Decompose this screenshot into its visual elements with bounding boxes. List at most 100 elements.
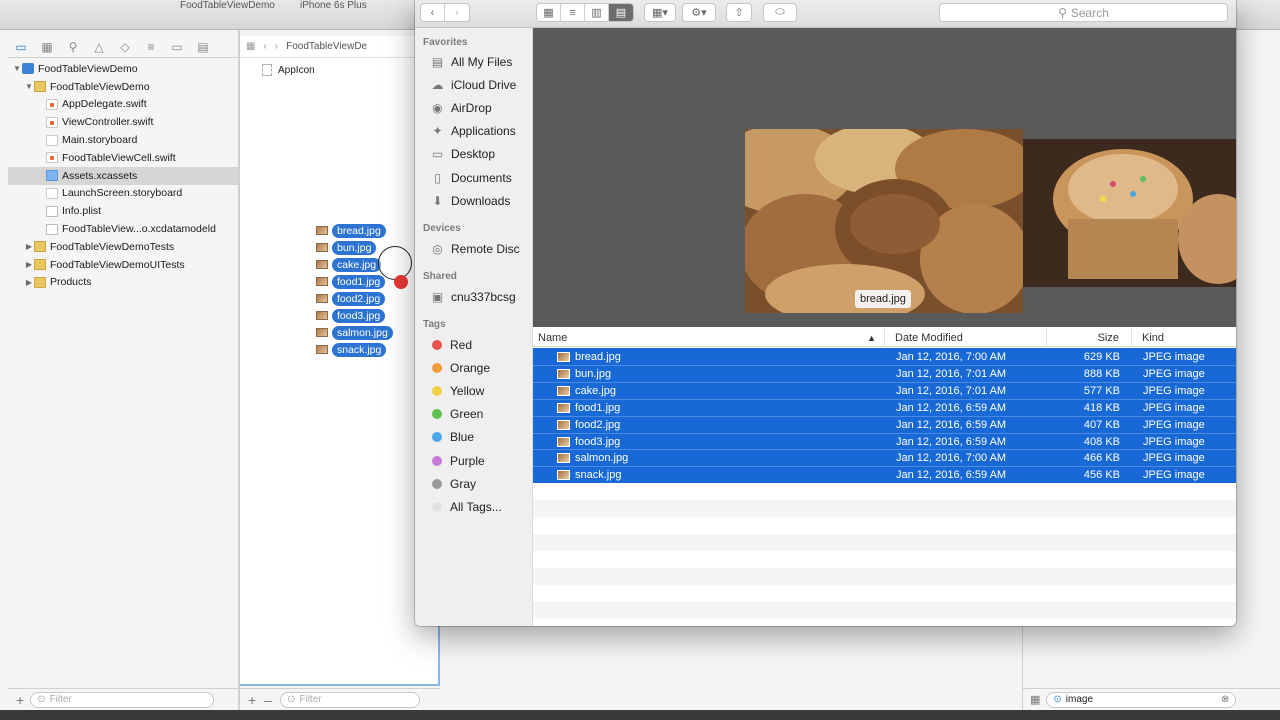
list-view-icon[interactable]: ≡ [561, 4, 585, 21]
sidebar-item[interactable]: ⬇ Downloads [430, 191, 510, 211]
column-view-icon[interactable]: ▥ [585, 4, 609, 21]
navigator-item[interactable]: Main.storyboard [8, 131, 238, 149]
forward-arrow-icon[interactable]: › [275, 41, 278, 52]
sidebar-item[interactable]: ◉ AirDrop [430, 98, 491, 118]
library-search-value: image [1065, 694, 1094, 705]
symbol-navigator-icon[interactable]: ▦ [34, 36, 60, 58]
sidebar-item[interactable]: ☁ iCloud Drive [430, 75, 517, 95]
sidebar-item[interactable]: Blue [430, 427, 474, 447]
empty-row [533, 551, 1236, 568]
sidebar-item-label: Applications [451, 124, 516, 139]
navigator-item-label: FoodTableViewDemoUITests [50, 258, 185, 271]
bun-preview-image[interactable] [1023, 139, 1236, 287]
disclosure-triangle-icon[interactable]: ▼ [12, 64, 22, 73]
sidebar-item[interactable]: Green [430, 404, 483, 424]
issue-navigator-icon[interactable]: △ [86, 36, 112, 58]
file-kind: JPEG image [1143, 418, 1205, 431]
sidebar-item[interactable]: Orange [430, 358, 490, 378]
file-row[interactable]: bread.jpg Jan 12, 2016, 7:00 AM 629 KB JPEG… [533, 348, 1236, 365]
sidebar-item[interactable]: ▤ All My Files [430, 52, 513, 72]
remove-asset-icon[interactable]: – [264, 692, 272, 708]
back-arrow-icon[interactable]: ‹ [263, 41, 266, 52]
file-row[interactable]: bun.jpg Jan 12, 2016, 7:01 AM 888 KB JPEG i… [533, 364, 1236, 382]
sidebar-item[interactable]: Yellow [430, 381, 484, 401]
asset-item-appicon[interactable]: AppIcon [262, 64, 315, 76]
action-gear-icon[interactable]: ⚙▾ [682, 3, 716, 22]
navigator-item[interactable]: ViewController.swift [8, 113, 238, 131]
column-header-date[interactable]: Date Modified [885, 328, 1047, 347]
test-navigator-icon[interactable]: ◇ [112, 36, 138, 58]
find-navigator-icon[interactable]: ⚲ [60, 36, 86, 58]
asset-filter-input[interactable]: ⊙ Filter [279, 691, 420, 708]
disclosure-triangle-icon[interactable]: ▼ [24, 82, 34, 91]
arrange-icon[interactable]: ▦▾ [644, 3, 676, 22]
disclosure-triangle-icon[interactable]: ▶ [24, 242, 34, 251]
navigator-item[interactable]: ▶ FoodTableViewDemoTests [8, 238, 238, 256]
report-navigator-icon[interactable]: ▤ [190, 36, 216, 58]
icon-view-icon[interactable]: ▦ [537, 4, 561, 21]
navigator-item-label: FoodTableViewCell.swift [62, 151, 176, 164]
swift-file-icon [46, 116, 58, 128]
sidebar-item[interactable]: ▭ Desktop [430, 144, 495, 164]
cover-flow-icon[interactable]: ▤ [609, 4, 633, 21]
file-row[interactable]: cake.jpg Jan 12, 2016, 7:01 AM 577 KB JPEG … [533, 381, 1236, 399]
navigator-item[interactable]: AppDelegate.swift [8, 96, 238, 114]
navigator-item[interactable]: ▼ FoodTableViewDemo [8, 60, 238, 78]
add-file-icon[interactable]: + [16, 692, 24, 708]
sidebar-item[interactable]: ✦ Applications [430, 121, 516, 141]
column-header-name[interactable]: Name ▲ [533, 328, 885, 347]
file-row[interactable]: salmon.jpg Jan 12, 2016, 7:00 AM 466 KB JPE… [533, 449, 1236, 467]
disclosure-triangle-icon[interactable]: ▶ [24, 278, 34, 287]
navigator-item[interactable]: FoodTableView...o.xcdatamodeld [8, 220, 238, 238]
sidebar-item[interactable]: ▣ cnu337bcsg [430, 287, 516, 307]
grid-view-icon[interactable]: ▦ [1030, 693, 1040, 706]
scheme-breadcrumb[interactable]: FoodTableViewDemo [180, 0, 275, 10]
sidebar-section-tags: Tags [423, 319, 446, 330]
disclosure-triangle-icon[interactable]: ▶ [24, 260, 34, 269]
device-breadcrumb[interactable]: iPhone 6s Plus [300, 0, 367, 10]
image-thumbnail-icon [316, 243, 328, 252]
add-asset-icon[interactable]: + [248, 692, 256, 708]
asset-filter-bar: + – ⊙ Filter [240, 688, 440, 710]
file-row[interactable]: food3.jpg Jan 12, 2016, 6:59 AM 408 KB JPEG… [533, 432, 1236, 450]
file-name: bread.jpg [575, 350, 621, 363]
back-icon[interactable]: ‹ [421, 4, 445, 21]
project-navigator-icon[interactable]: ▭ [8, 36, 34, 58]
clear-search-icon[interactable]: ⊗ [1221, 694, 1229, 705]
navigator-item[interactable]: ▼ FoodTableViewDemo [8, 78, 238, 96]
library-search-input[interactable]: ⊙ image ⊗ [1046, 691, 1237, 708]
swift-file-icon [46, 152, 58, 164]
sidebar-item[interactable]: Purple [430, 451, 485, 471]
navigator-item[interactable]: ▶ FoodTableViewDemoUITests [8, 256, 238, 274]
navigator-item[interactable]: Info.plist [8, 202, 238, 220]
sidebar-item[interactable]: ◎ Remote Disc [430, 239, 519, 259]
forward-icon[interactable]: › [445, 4, 469, 21]
asset-breadcrumb[interactable]: FoodTableViewDe [286, 41, 367, 52]
grid-icon[interactable]: ▦ [246, 41, 255, 52]
debug-navigator-icon[interactable]: ≡ [138, 36, 164, 58]
sidebar-item[interactable]: ▯ Documents [430, 168, 512, 188]
documents-icon: ▯ [434, 170, 441, 185]
dragged-file: salmon.jpg [316, 324, 393, 341]
share-icon[interactable]: ⇧ [726, 3, 752, 22]
navigator-filter-input[interactable]: ⊙ Filter [30, 691, 215, 708]
file-row[interactable]: snack.jpg Jan 12, 2016, 6:59 AM 456 KB JPEG… [533, 466, 1236, 484]
file-row[interactable]: food2.jpg Jan 12, 2016, 6:59 AM 407 KB JPEG… [533, 415, 1236, 433]
image-thumbnail-icon [316, 260, 328, 269]
finder-search-field[interactable]: ⚲ Search [939, 3, 1228, 22]
file-row[interactable]: food1.jpg Jan 12, 2016, 6:59 AM 418 KB JPEG… [533, 398, 1236, 416]
image-thumbnail-icon [316, 294, 328, 303]
bread-preview-image[interactable] [745, 129, 1023, 313]
navigator-item[interactable]: FoodTableViewCell.swift [8, 149, 238, 167]
navigator-item[interactable]: Assets.xcassets [8, 166, 238, 185]
sidebar-item[interactable]: Red [430, 335, 472, 355]
column-header-kind[interactable]: Kind [1132, 328, 1236, 347]
sidebar-item[interactable]: Gray [430, 474, 476, 494]
navigator-item[interactable]: LaunchScreen.storyboard [8, 185, 238, 203]
breakpoint-navigator-icon[interactable]: ▭ [164, 36, 190, 58]
column-header-size[interactable]: Size [1047, 328, 1132, 347]
navigator-item[interactable]: ▶ Products [8, 274, 238, 292]
sidebar-item[interactable]: All Tags... [430, 497, 502, 517]
tag-icon[interactable]: ⬭ [763, 3, 797, 22]
back-forward-control: ‹ › [420, 3, 470, 22]
